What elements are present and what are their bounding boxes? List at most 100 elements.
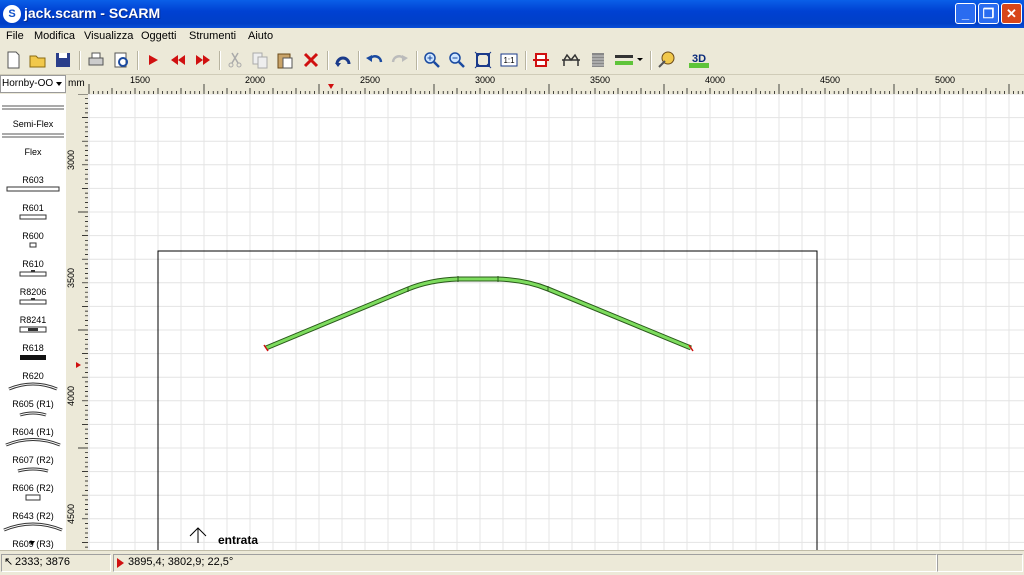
palette-item[interactable]: R8206	[0, 270, 66, 298]
cursor-icon: ↖	[4, 556, 14, 568]
next-track-icon[interactable]	[193, 50, 213, 70]
ruler-y-label: 4000	[66, 385, 76, 406]
layout-canvas[interactable]: entrata	[88, 94, 1024, 550]
palette-item-label: R605 (R1)	[12, 399, 54, 409]
delete-icon[interactable]	[301, 50, 321, 70]
palette-item-label: R601	[22, 203, 44, 213]
palette-item-label: R643 (R2)	[12, 511, 54, 521]
cursor-x-marker	[328, 84, 334, 89]
palette-item-label: R604 (R1)	[12, 427, 54, 437]
zoom-fit-icon[interactable]	[473, 50, 493, 70]
palette-item[interactable]: R609 (R3)	[0, 522, 66, 550]
unit-label: mm	[68, 78, 85, 89]
menu-modifica[interactable]: Modifica	[34, 30, 75, 42]
palette-item[interactable]: R606 (R2)	[0, 466, 66, 494]
ruler-x-label: 3000	[475, 75, 496, 85]
palette-item[interactable]: R600	[0, 214, 66, 242]
scarm-logo-icon[interactable]: S	[3, 5, 21, 23]
palette-item-label: R620	[22, 371, 44, 381]
track-layout[interactable]	[263, 276, 694, 352]
new-file-icon[interactable]	[3, 50, 23, 70]
measure-icon[interactable]	[656, 50, 676, 70]
start-track-icon[interactable]	[143, 50, 163, 70]
prev-track-icon[interactable]	[168, 50, 188, 70]
print-preview-icon[interactable]	[111, 50, 131, 70]
ruler-x-label: 3500	[590, 75, 611, 85]
ruler-x-label: 5000	[935, 75, 956, 85]
zoom-in-icon[interactable]	[422, 50, 442, 70]
menu-oggetti[interactable]: Oggetti	[141, 30, 176, 42]
palette-item[interactable]: R643 (R2)	[0, 494, 66, 522]
ruler-y-label: 3500	[66, 267, 76, 288]
menu-bar: File Modifica Visualizza Oggetti Strumen…	[0, 28, 1024, 47]
palette-item[interactable]: R604 (R1)	[0, 410, 66, 438]
minimize-button[interactable]: _	[955, 3, 976, 24]
zoom-1-1-icon[interactable]: 1:1	[499, 50, 519, 70]
undo-icon[interactable]	[364, 50, 384, 70]
track-library-value: Hornby-OO	[2, 78, 54, 89]
flip-track-icon[interactable]	[531, 50, 551, 70]
palette-item-label: R618	[22, 343, 44, 353]
ruler-ticks	[88, 84, 1024, 94]
palette-item-label: R603	[22, 175, 44, 185]
palette-item-label: R607 (R2)	[12, 455, 54, 465]
ruler-x-label: 1500	[130, 75, 151, 85]
track-color-icon[interactable]	[614, 50, 643, 70]
palette-item[interactable]: R603	[0, 158, 66, 186]
ruler-x-label: 2000	[245, 75, 266, 85]
zoom-1-1-text: 1:1	[503, 56, 515, 65]
menu-visualizza[interactable]: Visualizza	[84, 30, 133, 42]
track-end-icon	[117, 558, 124, 568]
menu-strumenti[interactable]: Strumenti	[189, 30, 236, 42]
window-title: jack.scarm - SCARM	[24, 5, 161, 21]
palette-item[interactable]: R620	[0, 354, 66, 382]
entrance-label: entrata	[218, 533, 258, 547]
open-folder-icon[interactable]	[28, 50, 48, 70]
ruler-x-label: 2500	[360, 75, 381, 85]
maximize-button[interactable]: ❐	[978, 3, 999, 24]
rotate-icon[interactable]	[333, 50, 353, 70]
copy-icon[interactable]	[250, 50, 270, 70]
ruler-ticks	[78, 94, 88, 548]
print-icon[interactable]	[86, 50, 106, 70]
ruler-x-label: 4500	[820, 75, 841, 85]
palette-item[interactable]: Semi-Flex	[0, 102, 66, 130]
palette-item[interactable]: R607 (R2)	[0, 438, 66, 466]
palette-item[interactable]: R605 (R1)	[0, 382, 66, 410]
track-library-select[interactable]: Hornby-OO	[0, 75, 66, 93]
save-icon[interactable]	[53, 50, 73, 70]
scroll-down-icon[interactable]	[29, 541, 35, 545]
palette-item[interactable]: R8241	[0, 298, 66, 326]
palette-item[interactable]: R601	[0, 186, 66, 214]
palette-item-label: Flex	[24, 147, 42, 157]
3d-view-icon[interactable]: 3D	[688, 50, 709, 70]
close-button[interactable]: ✕	[1001, 3, 1022, 24]
3d-view-text: 3D	[692, 53, 706, 65]
ballast-icon[interactable]	[588, 50, 608, 70]
menu-aiuto[interactable]: Aiuto	[248, 30, 273, 42]
paste-icon[interactable]	[275, 50, 295, 70]
menu-file[interactable]: File	[6, 30, 24, 42]
ruler-x-label: 4000	[705, 75, 726, 85]
horizontal-ruler: 1500 2000 2500 3000 3500 4000 4500 5000	[88, 75, 1024, 94]
cut-icon[interactable]	[225, 50, 245, 70]
chevron-down-icon	[56, 82, 62, 86]
bridge-icon[interactable]	[561, 50, 581, 70]
palette-item[interactable]: R618	[0, 326, 66, 354]
palette-item-label: R8206	[19, 287, 47, 297]
palette-item-label: R8241	[19, 315, 47, 325]
palette-item[interactable]: Flex	[0, 130, 66, 158]
status-bar: ↖ 2333; 3876 3895,4; 3802,9; 22,5°	[0, 550, 1024, 575]
redo-icon[interactable]	[390, 50, 410, 70]
ruler-y-label: 3000	[66, 149, 76, 170]
grid	[88, 94, 1024, 550]
cursor-y-marker	[76, 362, 81, 368]
track-palette: Semi-Flex Flex R603 R601 R600 R610 R8206 R8241 R…	[0, 94, 67, 550]
palette-item[interactable]: R610	[0, 242, 66, 270]
vertical-ruler: 3000 3500 4000 4500	[66, 94, 88, 550]
cursor-coords: 2333; 3876	[15, 556, 71, 568]
palette-item-label: R606 (R2)	[12, 483, 54, 493]
cursor-position-pane: ↖ 2333; 3876	[1, 554, 111, 572]
zoom-out-icon[interactable]	[447, 50, 467, 70]
title-bar: S jack.scarm - SCARM _ ❐ ✕	[0, 0, 1024, 28]
